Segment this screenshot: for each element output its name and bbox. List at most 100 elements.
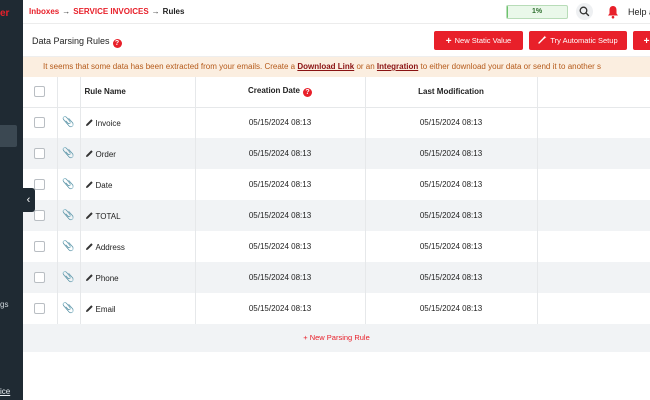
table-row[interactable]: 📎 Phone 05/15/2024 08:13 05/15/2024 08:13: [23, 262, 650, 293]
creation-date-cell: 05/15/2024 08:13: [195, 169, 366, 200]
rule-name-cell[interactable]: TOTAL: [80, 200, 196, 231]
last-modification-cell: 05/15/2024 08:13: [365, 293, 538, 324]
creation-date-header[interactable]: Creation Date?: [195, 77, 366, 108]
breadcrumb-arrow-icon: →: [62, 7, 71, 16]
row-checkbox[interactable]: [34, 148, 46, 159]
rule-name: Email: [95, 304, 116, 314]
bell-icon[interactable]: [607, 5, 619, 19]
page-footer-area: [23, 352, 650, 400]
table-row[interactable]: 📎 Order 05/15/2024 08:13 05/15/2024 08:13: [23, 138, 650, 169]
table-row[interactable]: 📎 Email 05/15/2024 08:13 05/15/2024 08:13: [23, 293, 650, 324]
paperclip-icon[interactable]: 📎: [62, 179, 74, 190]
table-row[interactable]: 📎 Address 05/15/2024 08:13 05/15/2024 08:13: [23, 231, 650, 262]
breadcrumb-service-invoices[interactable]: SERVICE INVOICES: [73, 7, 148, 16]
creation-date-header-label: Creation Date: [247, 86, 300, 96]
notice-text-middle: or an: [354, 62, 377, 71]
try-automatic-setup-button[interactable]: Try Automatic Setup: [529, 31, 627, 50]
brand-logo-text[interactable]: er: [0, 8, 9, 19]
last-modification-header[interactable]: Last Modification: [365, 77, 538, 108]
integration-link[interactable]: Integration: [377, 62, 418, 71]
row-checkbox[interactable]: [34, 117, 46, 129]
breadcrumb-rules: Rules: [162, 7, 185, 16]
rules-table-container: Rule Name Creation Date? Last Modificati…: [23, 77, 650, 352]
last-modification-cell: 05/15/2024 08:13: [365, 107, 538, 138]
attachment-header: [57, 77, 81, 108]
breadcrumb: Inboxes → SERVICE INVOICES → Rules: [29, 7, 184, 16]
row-select-cell: [23, 138, 58, 169]
notice-text-after: to either download your data or send it …: [418, 62, 602, 71]
row-select-cell: [23, 107, 58, 138]
rule-name: Address: [95, 242, 125, 252]
info-icon[interactable]: ?: [112, 39, 122, 48]
add-button[interactable]: +: [633, 31, 650, 50]
creation-date-cell: 05/15/2024 08:13: [195, 200, 366, 231]
search-icon: [579, 6, 590, 17]
new-static-value-label: New Static Value: [454, 36, 512, 45]
table-header-row: Rule Name Creation Date? Last Modificati…: [23, 77, 650, 108]
attachment-cell: 📎: [57, 200, 81, 231]
new-parsing-rule-button[interactable]: + New Parsing Rule: [23, 324, 650, 352]
sidebar-collapse-button[interactable]: ‹: [22, 188, 35, 212]
pencil-icon: [85, 273, 93, 281]
last-modification-cell: 05/15/2024 08:13: [365, 138, 538, 169]
paperclip-icon[interactable]: 📎: [62, 303, 74, 314]
rule-name: Order: [95, 149, 116, 159]
table-row[interactable]: 📎 TOTAL 05/15/2024 08:13 05/15/2024 08:13: [23, 200, 650, 231]
sidebar-item-invoice-label[interactable]: ice: [0, 387, 10, 396]
attachment-cell: 📎: [57, 107, 81, 138]
rule-name-cell[interactable]: Phone: [80, 262, 196, 293]
breadcrumb-inboxes[interactable]: Inboxes: [29, 7, 59, 16]
try-automatic-setup-label: Try Automatic Setup: [550, 36, 618, 45]
pencil-icon: [85, 304, 93, 312]
actions-header: [537, 77, 650, 108]
creation-date-cell: 05/15/2024 08:13: [195, 293, 366, 324]
rule-name-cell[interactable]: Email: [80, 293, 196, 324]
row-checkbox[interactable]: [34, 179, 46, 190]
actions-cell: [537, 200, 650, 231]
rule-name-cell[interactable]: Order: [80, 138, 196, 169]
attachment-cell: 📎: [57, 293, 81, 324]
download-link[interactable]: Download Link: [297, 62, 354, 71]
help-link[interactable]: Help a: [628, 7, 650, 17]
row-select-cell: [23, 293, 58, 324]
paperclip-icon[interactable]: 📎: [62, 210, 74, 221]
paperclip-icon[interactable]: 📎: [62, 148, 74, 159]
breadcrumb-arrow-icon: →: [151, 7, 160, 16]
last-modification-cell: 05/15/2024 08:13: [365, 231, 538, 262]
rule-name-header[interactable]: Rule Name: [80, 77, 196, 108]
paperclip-icon[interactable]: 📎: [62, 117, 74, 128]
attachment-cell: 📎: [57, 169, 81, 200]
data-extracted-notice: It seems that some data has been extract…: [23, 57, 650, 77]
select-all-checkbox[interactable]: [34, 86, 46, 98]
creation-date-cell: 05/15/2024 08:13: [195, 138, 366, 169]
rule-name-cell[interactable]: Invoice: [80, 107, 196, 138]
new-static-value-button[interactable]: + New Static Value: [434, 31, 523, 50]
paperclip-icon[interactable]: 📎: [62, 241, 74, 252]
paperclip-icon[interactable]: 📎: [62, 272, 74, 283]
pencil-icon: [85, 180, 93, 188]
rule-name: TOTAL: [95, 211, 121, 221]
table-row[interactable]: 📎 Invoice 05/15/2024 08:13 05/15/2024 08:13: [23, 107, 650, 138]
info-icon[interactable]: ?: [303, 88, 312, 98]
rule-name: Invoice: [95, 118, 121, 128]
sidebar-item-settings-label[interactable]: gs: [0, 300, 8, 309]
row-select-cell: [23, 231, 58, 262]
plus-icon: +: [643, 36, 650, 47]
pencil-icon: [85, 119, 93, 126]
sidebar-item-active[interactable]: [0, 125, 17, 147]
actions-cell: [537, 169, 650, 200]
rule-name-cell[interactable]: Address: [80, 231, 196, 262]
row-checkbox[interactable]: [34, 303, 46, 314]
pencil-icon: [85, 211, 93, 219]
row-checkbox[interactable]: [34, 241, 46, 252]
actions-cell: [537, 231, 650, 262]
rule-name-cell[interactable]: Date: [80, 169, 196, 200]
actions-cell: [537, 262, 650, 293]
row-checkbox[interactable]: [34, 272, 46, 283]
top-bar: Inboxes→SERVICE INVOICES→Rules 1% Help a: [23, 0, 650, 24]
search-button[interactable]: [576, 3, 593, 20]
row-checkbox[interactable]: [34, 210, 46, 221]
select-all-cell: [23, 77, 58, 108]
rule-name: Phone: [95, 273, 119, 283]
table-row[interactable]: 📎 Date 05/15/2024 08:13 05/15/2024 08:13: [23, 169, 650, 200]
